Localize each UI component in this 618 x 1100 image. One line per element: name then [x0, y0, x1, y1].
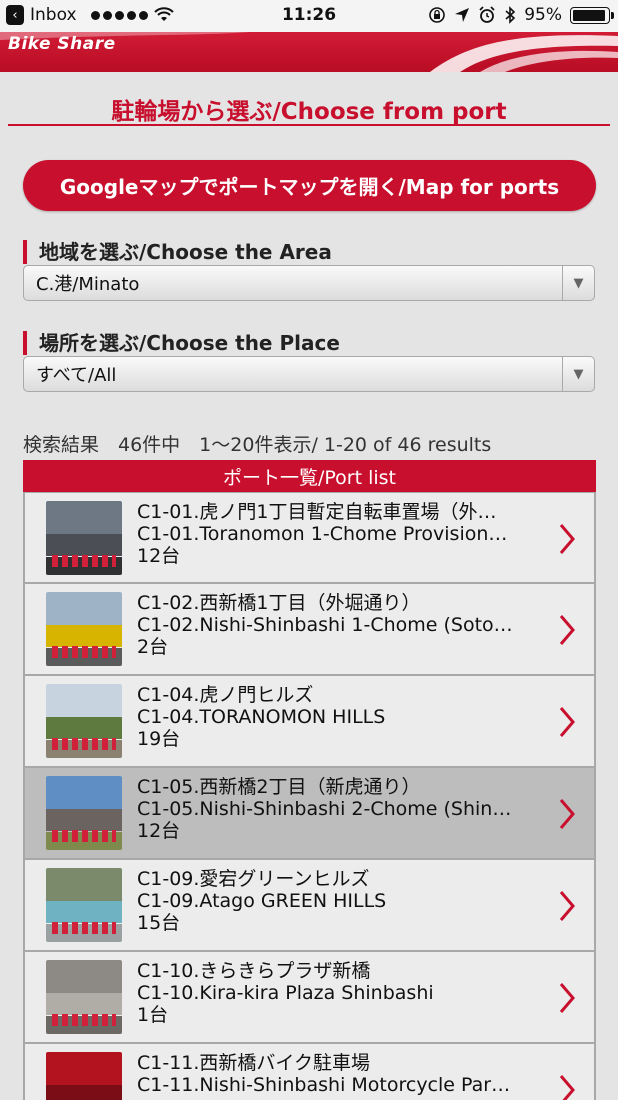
battery-percent: 95% [524, 5, 562, 25]
port-photo [46, 684, 122, 758]
port-name-en: C1-11.Nishi-Shinbashi Motorcycle Par… [137, 1074, 511, 1096]
port-name-ja: C1-11.西新橋バイク駐車場 [137, 1052, 371, 1074]
area-select-value: C.港/Minato [36, 274, 140, 295]
place-select[interactable]: すべて/All ▼ [23, 356, 595, 392]
chevron-right-icon[interactable] [558, 888, 576, 924]
area-select[interactable]: C.港/Minato ▼ [23, 265, 595, 301]
port-list-item[interactable]: C1-11.西新橋バイク駐車場 C1-11.Nishi-Shinbashi Mo… [23, 1044, 596, 1100]
chevron-right-icon[interactable] [558, 1072, 576, 1100]
status-right: 95% [428, 5, 614, 25]
port-name-ja: C1-05.西新橋2丁目（新虎通り） [137, 776, 421, 798]
app-header: Bike Share [0, 32, 618, 72]
port-name-ja: C1-01.虎ノ門1丁目暫定自転車置場（外… [137, 501, 497, 523]
lock-rotation-icon [429, 7, 446, 23]
port-list-item[interactable]: C1-09.愛宕グリーンヒルズ C1-09.Atago GREEN HILLS … [23, 860, 596, 952]
chevron-right-icon[interactable] [558, 796, 576, 832]
page-title: 駐輪場から選ぶ/Choose from port [8, 92, 610, 126]
app-logo: Bike Share [8, 34, 116, 54]
port-photo [46, 960, 122, 1034]
port-name-ja: C1-02.西新橋1丁目（外堀通り） [137, 592, 421, 614]
port-name-en: C1-05.Nishi-Shinbashi 2-Chome (Shin… [137, 798, 512, 820]
port-photo [46, 776, 122, 850]
port-name-en: C1-09.Atago GREEN HILLS [137, 890, 387, 912]
chevron-right-icon[interactable] [558, 612, 576, 648]
port-name-en: C1-01.Toranomon 1-Chome Provision… [137, 523, 508, 545]
port-bike-count: 19台 [137, 728, 181, 750]
area-label: 地域を選ぶ/Choose the Area [23, 240, 332, 264]
port-bike-count: 2台 [137, 636, 169, 658]
port-list-item[interactable]: C1-02.西新橋1丁目（外堀通り） C1-02.Nishi-Shinbashi… [23, 584, 596, 676]
port-name-en: C1-10.Kira-kira Plaza Shinbashi [137, 982, 434, 1004]
dropdown-arrow-icon[interactable]: ▼ [562, 266, 594, 300]
port-name-ja: C1-04.虎ノ門ヒルズ [137, 684, 314, 706]
chevron-right-icon[interactable] [558, 521, 576, 557]
status-bar: ‹ Inbox 11:26 95% [0, 0, 618, 32]
port-list-item[interactable]: C1-04.虎ノ門ヒルズ C1-04.TORANOMON HILLS 19台 [23, 676, 596, 768]
place-select-value: すべて/All [36, 365, 117, 386]
port-list-item[interactable]: C1-10.きらきらプラザ新橋 C1-10.Kira-kira Plaza Sh… [23, 952, 596, 1044]
port-list-item[interactable]: C1-01.虎ノ門1丁目暫定自転車置場（外… C1-01.Toranomon 1… [23, 492, 596, 584]
port-photo [46, 592, 122, 666]
battery-level [573, 9, 606, 21]
open-map-button[interactable]: Googleマップでポートマップを開く/Map for ports [23, 160, 596, 211]
location-arrow-icon [455, 8, 470, 22]
port-name-en: C1-04.TORANOMON HILLS [137, 706, 386, 728]
port-name-en: C1-02.Nishi-Shinbashi 1-Chome (Soto… [137, 614, 513, 636]
dropdown-arrow-icon[interactable]: ▼ [562, 357, 594, 391]
port-name-ja: C1-10.きらきらプラザ新橋 [137, 960, 371, 982]
port-name-ja: C1-09.愛宕グリーンヒルズ [137, 868, 370, 890]
results-summary: 検索結果 46件中 1〜20件表示/ 1-20 of 46 results [23, 434, 492, 456]
port-photo [46, 868, 122, 942]
chevron-right-icon[interactable] [558, 704, 576, 740]
bluetooth-icon [505, 6, 516, 24]
battery-icon [570, 6, 614, 24]
port-photo [46, 501, 122, 575]
chevron-right-icon[interactable] [558, 980, 576, 1016]
place-label: 場所を選ぶ/Choose the Place [23, 331, 340, 355]
port-bike-count: 12台 [137, 820, 181, 842]
port-photo [46, 1052, 122, 1100]
port-list-header: ポート一覧/Port list [23, 460, 596, 492]
port-bike-count: 15台 [137, 912, 181, 934]
port-bike-count: 1台 [137, 1004, 169, 1026]
port-list-item[interactable]: C1-05.西新橋2丁目（新虎通り） C1-05.Nishi-Shinbashi… [23, 768, 596, 860]
alarm-icon [479, 6, 495, 23]
port-list: C1-01.虎ノ門1丁目暫定自転車置場（外… C1-01.Toranomon 1… [23, 492, 596, 1100]
port-bike-count: 12台 [137, 545, 181, 567]
